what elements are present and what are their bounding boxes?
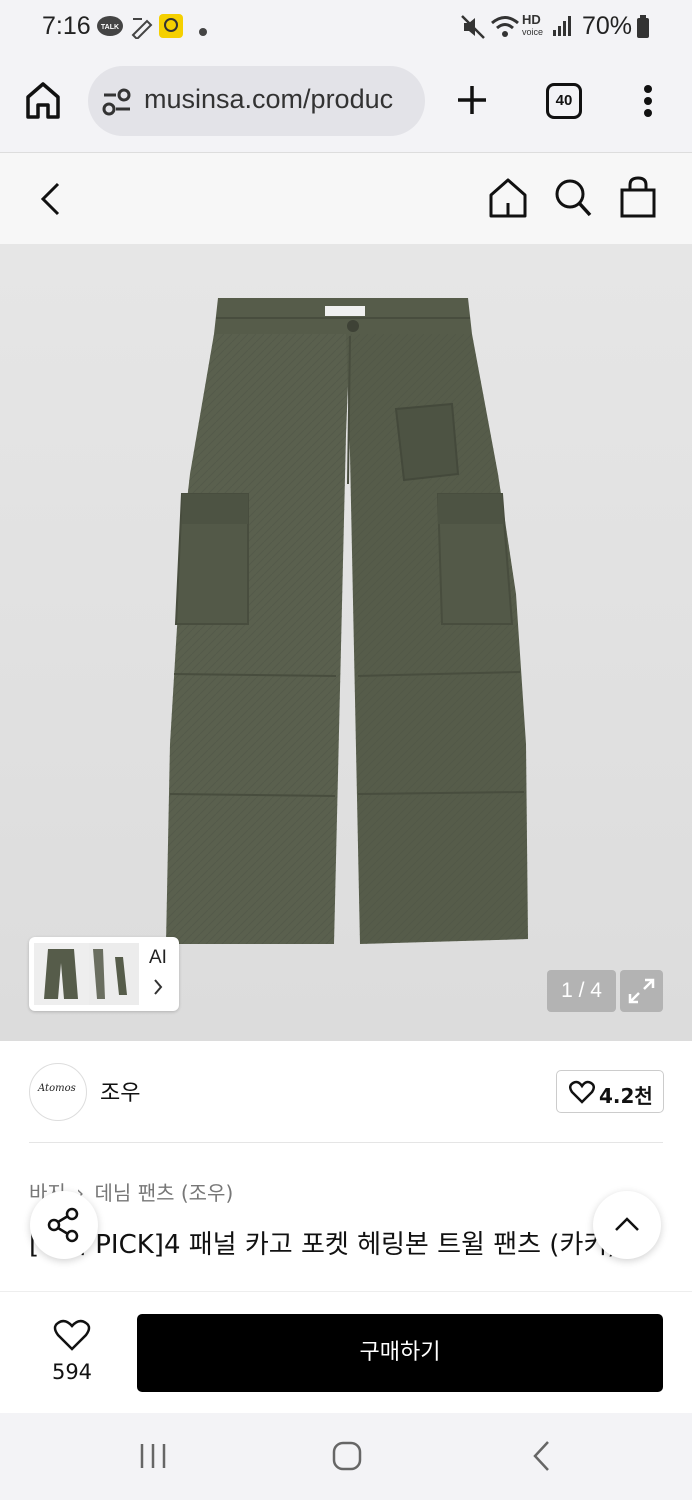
brand-like-count: 4.2천 [599, 1084, 653, 1108]
heart-icon [569, 1080, 595, 1108]
expand-icon[interactable] [620, 970, 663, 1012]
battery-percent: 70% [581, 12, 632, 40]
heart-outline-icon [53, 1318, 91, 1356]
brand-logo[interactable]: Atomos [29, 1063, 87, 1121]
chevron-right-icon[interactable] [152, 977, 164, 1001]
brand-like-button[interactable]: 4.2천 [556, 1070, 664, 1113]
brand-logo-text: Atomos [38, 1083, 76, 1094]
breadcrumb-subcategory[interactable]: 데님 팬츠 (조우) [95, 1181, 234, 1205]
new-tab-icon[interactable] [455, 83, 489, 121]
nav-back-icon[interactable] [530, 1439, 552, 1477]
chevron-up-icon [615, 1217, 639, 1231]
kakaotalk-icon: TALK [96, 15, 124, 43]
nav-home-icon[interactable] [331, 1440, 363, 1476]
site-settings-icon[interactable] [102, 88, 132, 120]
divider [29, 1142, 663, 1143]
ai-label: AI [149, 947, 167, 968]
status-bar: 7:16 TALK HD voice 70% [0, 0, 692, 56]
more-menu-icon[interactable] [640, 84, 656, 122]
hd-voice-icon: HD voice [522, 12, 548, 38]
signal-icon [552, 14, 572, 42]
battery-icon [636, 15, 650, 43]
url-text: musinsa.com/produc [144, 84, 394, 114]
image-thumbnails[interactable]: AI [29, 937, 179, 1011]
voice-label: voice [522, 27, 544, 37]
site-header [0, 153, 692, 244]
thumbnail-side[interactable] [89, 943, 139, 1005]
buy-button[interactable]: 구매하기 [137, 1314, 663, 1392]
hd-label: HD [522, 12, 541, 27]
app-notification-icon [158, 13, 184, 43]
status-time: 7:16 [42, 12, 91, 40]
wishlist-count: 594 [51, 1360, 93, 1384]
site-home-icon[interactable] [488, 177, 528, 223]
browser-toolbar: musinsa.com/produc 40 [0, 56, 692, 153]
mute-icon [460, 14, 486, 44]
home-icon[interactable] [25, 81, 61, 125]
wifi-icon [490, 14, 520, 44]
edit-notification-icon [130, 15, 154, 43]
share-icon [47, 1207, 79, 1243]
product-image [166, 298, 528, 944]
search-icon[interactable] [553, 177, 593, 223]
share-button[interactable] [30, 1191, 98, 1259]
tab-switcher-button[interactable]: 40 [546, 83, 582, 119]
brand-row[interactable]: Atomos 조우 4.2천 [0, 1041, 692, 1143]
wishlist-button[interactable]: 594 [30, 1316, 114, 1392]
brand-name[interactable]: 조우 [100, 1075, 140, 1107]
thumbnail-front[interactable] [34, 943, 89, 1005]
cart-icon[interactable] [619, 175, 657, 223]
address-bar[interactable]: musinsa.com/produc [88, 66, 425, 136]
bottom-action-bar: 594 구매하기 [0, 1291, 692, 1414]
scroll-top-button[interactable] [593, 1191, 661, 1259]
back-icon[interactable] [38, 181, 62, 221]
product-title: [무서 PICK]4 패널 카고 포켓 헤링본 트윌 팬츠 (카키) [29, 1230, 618, 1260]
svg-text:TALK: TALK [101, 24, 119, 31]
image-counter: 1 / 4 [547, 970, 616, 1012]
product-image-carousel[interactable]: AI 1 / 4 [0, 244, 692, 1041]
more-notifications-dot [198, 22, 208, 41]
system-nav-bar [0, 1413, 692, 1500]
recent-apps-icon[interactable] [138, 1441, 168, 1475]
